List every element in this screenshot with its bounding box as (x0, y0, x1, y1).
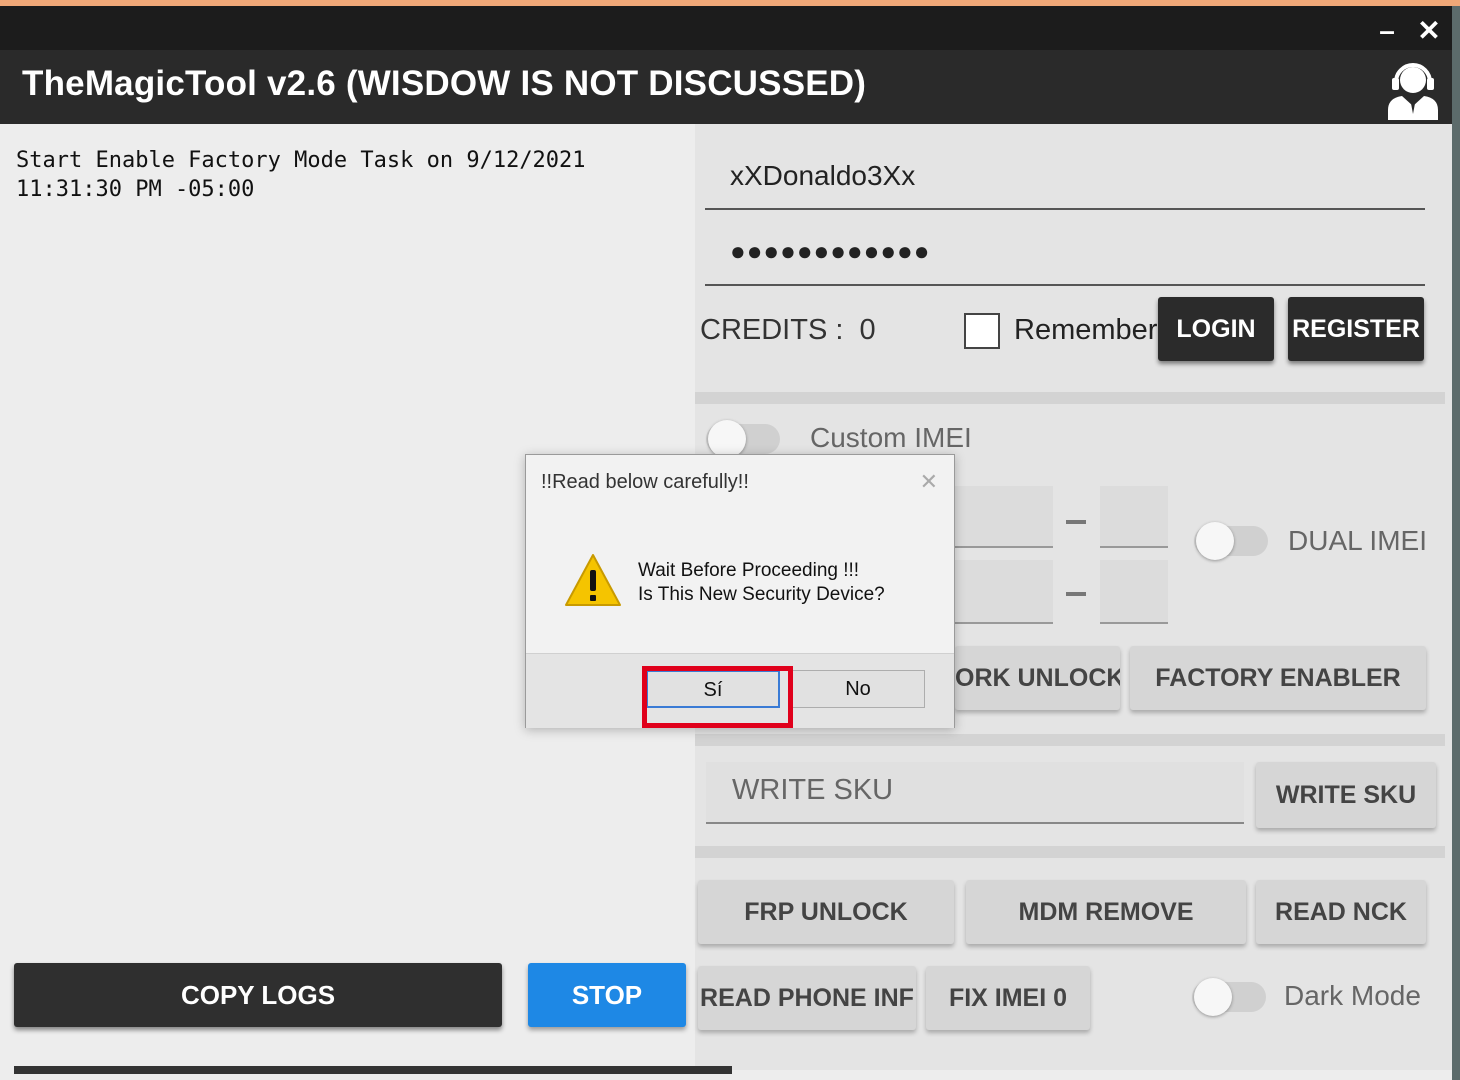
warning-icon (565, 554, 621, 606)
credits-label: CREDITS : (700, 314, 844, 346)
login-button[interactable]: LOGIN (1158, 297, 1274, 361)
copy-logs-button[interactable]: COPY LOGS (14, 963, 502, 1027)
minimize-button[interactable]: – (1370, 14, 1404, 48)
progress-bar (14, 1066, 732, 1074)
username-underline (705, 208, 1425, 210)
username-input[interactable]: xXDonaldo3Xx (730, 160, 915, 192)
dialog-no-button[interactable]: No (791, 670, 925, 708)
mdm-remove-button[interactable]: MDM REMOVE (966, 880, 1246, 944)
read-nck-button[interactable]: READ NCK (1256, 880, 1426, 944)
close-button[interactable]: ✕ (1412, 14, 1446, 48)
custom-imei-label: Custom IMEI (810, 422, 972, 453)
password-input[interactable]: ●●●●●●●●●●●● (730, 236, 930, 267)
dark-mode-toggle[interactable] (1192, 978, 1266, 1016)
imei2-dash (1066, 592, 1086, 596)
dialog-message: Wait Before Proceeding !!! Is This New S… (638, 560, 885, 605)
credits-display: CREDITS : 0 (700, 314, 876, 347)
window-edge (1452, 6, 1460, 1080)
read-phone-info-button[interactable]: READ PHONE INF (698, 966, 916, 1030)
factory-enabler-button[interactable]: FACTORY ENABLER (1130, 646, 1426, 710)
imei2-part1-input[interactable] (955, 560, 1053, 624)
toggle-knob (708, 420, 746, 458)
credits-value: 0 (859, 314, 876, 346)
imei2-part2-input[interactable] (1100, 560, 1168, 624)
section-divider (695, 392, 1445, 404)
section-divider (695, 734, 1445, 746)
password-underline (705, 284, 1425, 286)
dual-imei-label: DUAL IMEI (1288, 525, 1427, 556)
imei1-dash (1066, 520, 1086, 524)
toggle-knob (1194, 978, 1232, 1016)
support-agent-icon[interactable] (1384, 58, 1442, 120)
sku-input[interactable]: WRITE SKU (706, 762, 1244, 824)
app-title: TheMagicTool v2.6 (WISDOW IS NOT DISCUSS… (22, 64, 867, 103)
frp-unlock-button[interactable]: FRP UNLOCK (698, 880, 954, 944)
log-output: Start Enable Factory Mode Task on 9/12/2… (16, 148, 586, 202)
dialog-title: !!Read below carefully!! (541, 471, 749, 493)
fix-imei-button[interactable]: FIX IMEI 0 (926, 966, 1090, 1030)
highlight-box (642, 666, 793, 728)
register-button[interactable]: REGISTER (1288, 297, 1424, 361)
title-bar: TheMagicTool v2.6 (WISDOW IS NOT DISCUSS… (0, 6, 1452, 124)
remember-label: Remember (1014, 314, 1158, 346)
remember-checkbox[interactable] (964, 313, 1000, 349)
imei1-part1-input[interactable] (955, 486, 1053, 548)
section-divider (695, 846, 1445, 858)
imei1-part2-input[interactable] (1100, 486, 1168, 548)
write-sku-button[interactable]: WRITE SKU (1256, 762, 1436, 828)
dialog-close-button[interactable]: ✕ (920, 469, 938, 495)
custom-imei-toggle[interactable] (706, 420, 780, 458)
network-unlock-button[interactable]: ORK UNLOCK (955, 646, 1120, 710)
dual-imei-toggle[interactable] (1194, 522, 1268, 560)
title-bar-top (0, 6, 1452, 50)
stop-button[interactable]: STOP (528, 963, 686, 1027)
toggle-knob (1196, 522, 1234, 560)
dark-mode-label: Dark Mode (1284, 980, 1421, 1011)
